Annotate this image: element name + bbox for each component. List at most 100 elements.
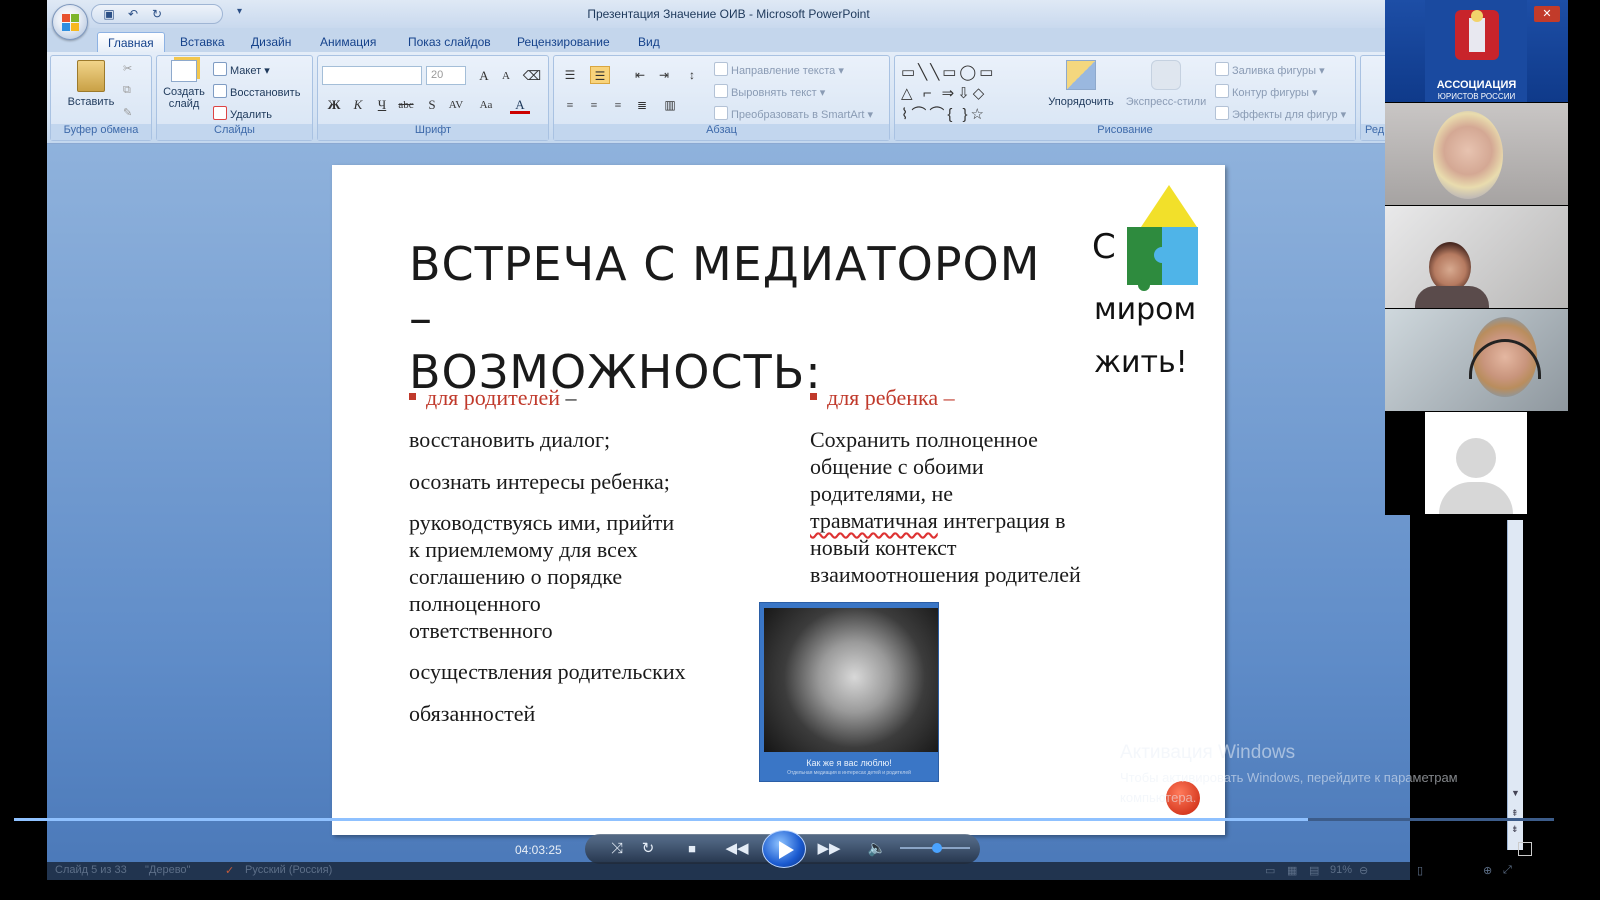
office-button[interactable]	[52, 4, 88, 40]
view-slideshow-icon[interactable]: ▤	[1309, 864, 1319, 877]
arrange-button[interactable]: Упорядочить	[1043, 60, 1119, 108]
left-item-3b[interactable]: к приемлемому для всех	[409, 536, 638, 563]
font-size-combo[interactable]: 20	[426, 66, 466, 85]
tab-review[interactable]: Рецензирование	[507, 32, 620, 52]
fit-window-icon[interactable]: ⤢	[1503, 864, 1512, 877]
participant-tile-4[interactable]	[1385, 412, 1568, 514]
paste-icon	[77, 60, 105, 92]
tab-insert[interactable]: Вставка	[170, 32, 235, 52]
view-sorter-icon[interactable]: ▦	[1287, 864, 1297, 877]
save-icon[interactable]: ▣	[102, 7, 116, 21]
left-item-3c[interactable]: соглашению о порядке	[409, 563, 622, 590]
grow-font-icon[interactable]: A	[474, 67, 494, 85]
increase-indent-icon[interactable]: ⇥	[654, 66, 674, 84]
qat-customize-icon[interactable]: ▾	[237, 6, 242, 17]
shape-outline-button[interactable]: Контур фигуры ▾	[1215, 84, 1318, 99]
clear-format-icon[interactable]: ⌫	[522, 67, 542, 85]
right-bullet-heading[interactable]: для ребенка –	[810, 385, 955, 411]
photo-image	[764, 608, 938, 752]
participant-tile-1[interactable]	[1385, 103, 1568, 205]
repeat-icon[interactable]: ↻	[636, 834, 660, 864]
left-item-2[interactable]: осознать интересы ребенка;	[409, 468, 670, 495]
tab-animation[interactable]: Анимация	[310, 32, 386, 52]
playback-seek-bar[interactable]	[14, 818, 1554, 821]
text-direction-button[interactable]: Направление текста ▾	[714, 62, 844, 77]
layout-button[interactable]: Макет ▾	[213, 62, 270, 77]
shadow-icon[interactable]: S	[422, 96, 442, 114]
right-line-5[interactable]: новый контекст	[810, 534, 956, 561]
shrink-font-icon[interactable]: A	[496, 67, 516, 85]
char-spacing-icon[interactable]: AV	[446, 96, 466, 114]
reset-button[interactable]: Восстановить	[213, 84, 300, 99]
left-item-3e[interactable]: ответственного	[409, 617, 553, 644]
shape-effects-button[interactable]: Эффекты для фигур ▾	[1215, 106, 1346, 121]
justify-icon[interactable]: ≣	[632, 96, 652, 114]
right-line-4[interactable]: травматичная интеграция в	[810, 507, 1066, 534]
left-item-1[interactable]: восстановить диалог;	[409, 426, 610, 453]
slide-title[interactable]: ВСТРЕЧА С МЕДИАТОРОМ – ВОЗМОЖНОСТЬ:	[409, 237, 1059, 399]
right-line-6[interactable]: взаимоотношения родителей	[810, 561, 1081, 588]
decrease-indent-icon[interactable]: ⇤	[630, 66, 650, 84]
view-normal-icon[interactable]: ▭	[1265, 864, 1275, 877]
left-item-3a[interactable]: руководствуясь ими, прийти	[409, 509, 674, 536]
align-right-icon[interactable]: ≡	[608, 96, 628, 114]
paste-button[interactable]: Вставить	[61, 60, 121, 108]
line-spacing-icon[interactable]: ↕	[682, 66, 702, 84]
close-icon[interactable]: ✕	[1534, 6, 1560, 22]
undo-icon[interactable]: ↶	[126, 7, 140, 21]
copy-icon[interactable]: ⧉	[123, 84, 131, 97]
format-painter-icon[interactable]: ✎	[123, 106, 132, 119]
volume-slider[interactable]	[900, 843, 970, 853]
align-left-icon[interactable]: ≡	[560, 96, 580, 114]
underline-icon[interactable]: Ч	[372, 96, 392, 114]
cut-icon[interactable]: ✂	[123, 62, 132, 75]
tab-home[interactable]: Главная	[97, 32, 165, 52]
right-line-3[interactable]: родителями, не	[810, 480, 953, 507]
zoom-in-icon[interactable]: ⊕	[1483, 864, 1492, 877]
next-slide-icon[interactable]: ⇟	[1511, 824, 1519, 835]
zoom-out-icon[interactable]: ⊖	[1359, 864, 1368, 877]
zoom-slider[interactable]: ▯	[1417, 864, 1423, 877]
strikethrough-icon[interactable]: abc	[396, 96, 416, 114]
align-center-icon[interactable]: ≡	[584, 96, 604, 114]
quick-styles-button[interactable]: Экспресс-стили	[1123, 60, 1209, 108]
align-text-button[interactable]: Выровнять текст ▾	[714, 84, 825, 99]
fullscreen-toggle-icon[interactable]	[1518, 842, 1532, 856]
italic-icon[interactable]: К	[348, 96, 368, 114]
numbering-icon[interactable]: ☰	[590, 66, 610, 84]
slide-canvas[interactable]: ВСТРЕЧА С МЕДИАТОРОМ – ВОЗМОЖНОСТЬ: С ми…	[332, 165, 1225, 835]
stop-icon[interactable]: ■	[680, 834, 704, 864]
left-item-3d[interactable]: полноценного	[409, 590, 541, 617]
left-item-4[interactable]: осуществления родительских	[409, 658, 686, 685]
columns-icon[interactable]: ▥	[660, 96, 680, 114]
shuffle-icon[interactable]: ⤨	[605, 834, 629, 864]
right-line-2[interactable]: общение с обоими	[810, 453, 984, 480]
tab-design[interactable]: Дизайн	[241, 32, 301, 52]
smartart-button[interactable]: Преобразовать в SmartArt ▾	[714, 106, 873, 121]
change-case-icon[interactable]: Aa	[476, 96, 496, 114]
left-item-5[interactable]: обязанностей	[409, 700, 535, 727]
bold-icon[interactable]: Ж	[324, 96, 344, 114]
children-photo[interactable]: Как же я вас люблю! Отдельная медиация в…	[759, 602, 939, 782]
play-button[interactable]	[762, 830, 806, 868]
shape-fill-button[interactable]: Заливка фигуры ▾	[1215, 62, 1325, 77]
font-name-combo[interactable]	[322, 66, 422, 85]
volume-knob[interactable]	[931, 843, 942, 853]
shapes-gallery[interactable]: ▭╲╲▭◯▭ △ ⌐ ⇒⇩◇ ⌇⌒⌒{ }☆	[901, 62, 1031, 123]
fast-forward-icon[interactable]: ▶▶	[817, 834, 841, 864]
tab-slideshow[interactable]: Показ слайдов	[398, 32, 501, 52]
volume-icon[interactable]: 🔈	[865, 834, 889, 864]
participant-tile-2[interactable]	[1385, 206, 1568, 308]
tab-view[interactable]: Вид	[628, 32, 670, 52]
rewind-icon[interactable]: ◀◀	[725, 834, 749, 864]
delete-slide-button[interactable]: Удалить	[213, 106, 272, 121]
shape-effects-label: Эффекты для фигур	[1232, 109, 1338, 121]
participant-tile-3[interactable]	[1385, 309, 1568, 411]
left-bullet-heading[interactable]: для родителей –	[409, 385, 577, 411]
new-slide-button[interactable]: Создать слайд	[161, 60, 207, 110]
redo-icon[interactable]: ↻	[150, 7, 164, 21]
spellcheck-icon[interactable]: ✓	[225, 864, 234, 877]
font-color-icon[interactable]: A	[510, 96, 530, 114]
right-line-1[interactable]: Сохранить полноценное	[810, 426, 1038, 453]
bullets-icon[interactable]: ☰	[560, 66, 580, 84]
